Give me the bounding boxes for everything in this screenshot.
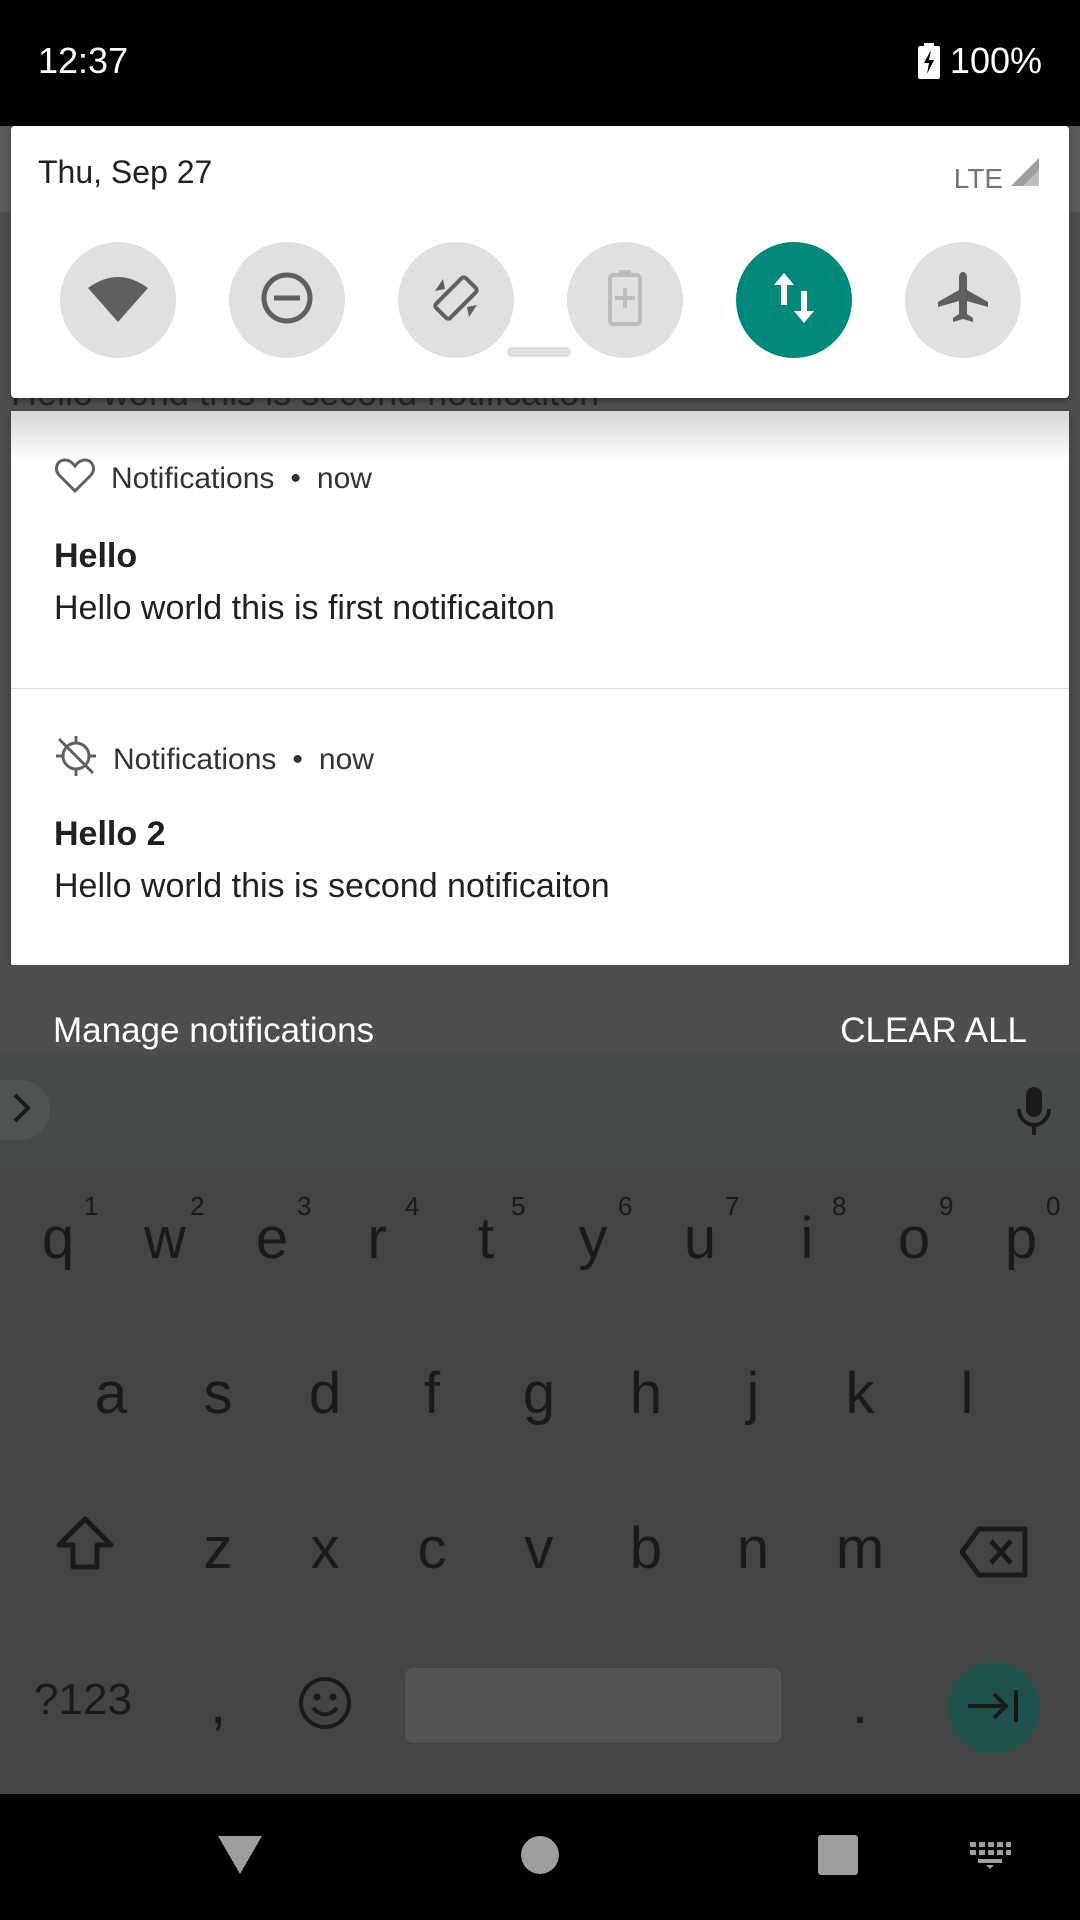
battery-saver-icon	[608, 269, 642, 331]
wifi-icon	[88, 274, 148, 327]
key-y[interactable]: y	[543, 1205, 643, 1272]
key-q[interactable]: q	[8, 1205, 108, 1272]
quick-settings-tiles	[11, 242, 1069, 358]
separator: •	[290, 462, 301, 495]
tile-mobile-data[interactable]	[736, 242, 852, 358]
backspace-key[interactable]	[944, 1525, 1044, 1592]
qs-drag-handle[interactable]	[507, 347, 571, 357]
back-button[interactable]	[200, 1794, 280, 1920]
key-z[interactable]: z	[168, 1515, 268, 1582]
key-s[interactable]: s	[168, 1360, 268, 1427]
key-x[interactable]: x	[275, 1515, 375, 1582]
recents-icon	[818, 1834, 858, 1880]
tile-do-not-disturb[interactable]	[229, 242, 345, 358]
period-key[interactable]: .	[810, 1670, 910, 1737]
key-u[interactable]: u	[650, 1205, 750, 1272]
key-r[interactable]: r	[327, 1205, 427, 1272]
manage-notifications-button[interactable]: Manage notifications	[53, 1011, 374, 1051]
do-not-disturb-icon	[260, 271, 314, 330]
gps-off-icon	[55, 735, 97, 785]
mobile-data-icon	[772, 271, 816, 330]
shift-icon	[55, 1516, 115, 1584]
key-g[interactable]: g	[489, 1360, 589, 1427]
tile-airplane-mode[interactable]	[905, 242, 1021, 358]
qs-date: Thu, Sep 27	[38, 154, 213, 190]
tile-wifi[interactable]	[60, 242, 176, 358]
emoji-icon	[297, 1677, 353, 1744]
key-p[interactable]: p	[971, 1205, 1071, 1272]
key-j[interactable]: j	[703, 1360, 803, 1427]
notification-header: Notifications • now	[55, 735, 374, 785]
battery-percent: 100%	[949, 40, 1042, 81]
key-e[interactable]: e	[222, 1205, 322, 1272]
notification-list: Notifications • now Hello Hello world th…	[11, 411, 1069, 965]
notification-app: Notifications	[111, 462, 275, 495]
comma-key[interactable]: ,	[168, 1670, 268, 1737]
key-h[interactable]: h	[596, 1360, 696, 1427]
emoji-key[interactable]	[275, 1675, 375, 1745]
shift-key[interactable]	[35, 1515, 135, 1585]
chevron-right-icon	[11, 1092, 33, 1129]
key-b[interactable]: b	[596, 1515, 696, 1582]
key-c[interactable]: c	[382, 1515, 482, 1582]
network-type: LTE	[953, 163, 1003, 194]
notification-item[interactable]: Notifications • now Hello Hello world th…	[11, 411, 1069, 688]
separator: •	[292, 743, 303, 776]
keyboard-switch-button[interactable]	[950, 1794, 1030, 1920]
notification-title: Hello 2	[54, 815, 166, 853]
key-n[interactable]: n	[703, 1515, 803, 1582]
notification-time: now	[316, 462, 372, 495]
quick-settings-panel: Thu, Sep 27 LTE	[11, 126, 1069, 398]
auto-rotate-icon	[429, 271, 483, 330]
network-indicator: LTE	[954, 156, 1041, 195]
keyboard-toolbar	[0, 1055, 1080, 1168]
navigation-bar	[0, 1794, 1080, 1920]
key-o[interactable]: o	[864, 1205, 964, 1272]
key-v[interactable]: v	[489, 1515, 589, 1582]
signal-icon	[1009, 156, 1041, 195]
home-icon	[520, 1835, 560, 1880]
notification-title: Hello	[54, 537, 138, 575]
key-m[interactable]: m	[810, 1515, 910, 1582]
backspace-icon	[959, 1526, 1029, 1591]
tile-auto-rotate[interactable]	[398, 242, 514, 358]
key-l[interactable]: l	[917, 1360, 1017, 1427]
microphone-button[interactable]	[1014, 1085, 1054, 1142]
status-bar: 12:37 100%	[0, 0, 1080, 126]
next-arrow-icon	[966, 1688, 1022, 1729]
keyboard-expand-button[interactable]	[0, 1080, 50, 1140]
keyboard: 1 2 3 4 5 6 7 8 9 0 q w e r t y u i o p …	[0, 1055, 1080, 1794]
key-w[interactable]: w	[115, 1205, 215, 1272]
battery-charging-icon	[917, 43, 940, 79]
recents-button[interactable]	[798, 1794, 878, 1920]
symbols-key[interactable]: ?123	[18, 1675, 148, 1725]
notification-body: Hello world this is second notificaiton	[54, 867, 610, 905]
notification-header: Notifications • now	[55, 457, 372, 501]
key-k[interactable]: k	[810, 1360, 910, 1427]
notification-app: Notifications	[113, 743, 277, 776]
clear-all-button[interactable]: CLEAR ALL	[840, 1011, 1027, 1051]
key-i[interactable]: i	[757, 1205, 857, 1272]
notification-footer: Manage notifications CLEAR ALL	[0, 965, 1080, 1055]
key-t[interactable]: t	[436, 1205, 536, 1272]
notification-time: now	[318, 743, 374, 776]
key-f[interactable]: f	[382, 1360, 482, 1427]
keyboard-switch-icon	[968, 1840, 1012, 1875]
key-a[interactable]: a	[61, 1360, 161, 1427]
airplane-icon	[935, 270, 991, 331]
notification-item[interactable]: Notifications • now Hello 2 Hello world …	[11, 688, 1069, 965]
notification-peek: Hello world this is second notificaiton	[11, 398, 1069, 412]
home-button[interactable]	[500, 1794, 580, 1920]
tile-battery-saver[interactable]	[567, 242, 683, 358]
status-right: 100%	[917, 40, 1042, 82]
status-time: 12:37	[38, 40, 129, 81]
heart-icon	[55, 457, 95, 501]
microphone-icon	[1014, 1087, 1054, 1141]
notification-body: Hello world this is first notificaiton	[54, 589, 555, 627]
peek-text: Hello world this is second notificaiton	[11, 398, 599, 412]
key-d[interactable]: d	[275, 1360, 375, 1427]
space-key[interactable]	[405, 1668, 781, 1743]
enter-key[interactable]	[948, 1662, 1040, 1754]
back-icon	[216, 1834, 264, 1881]
